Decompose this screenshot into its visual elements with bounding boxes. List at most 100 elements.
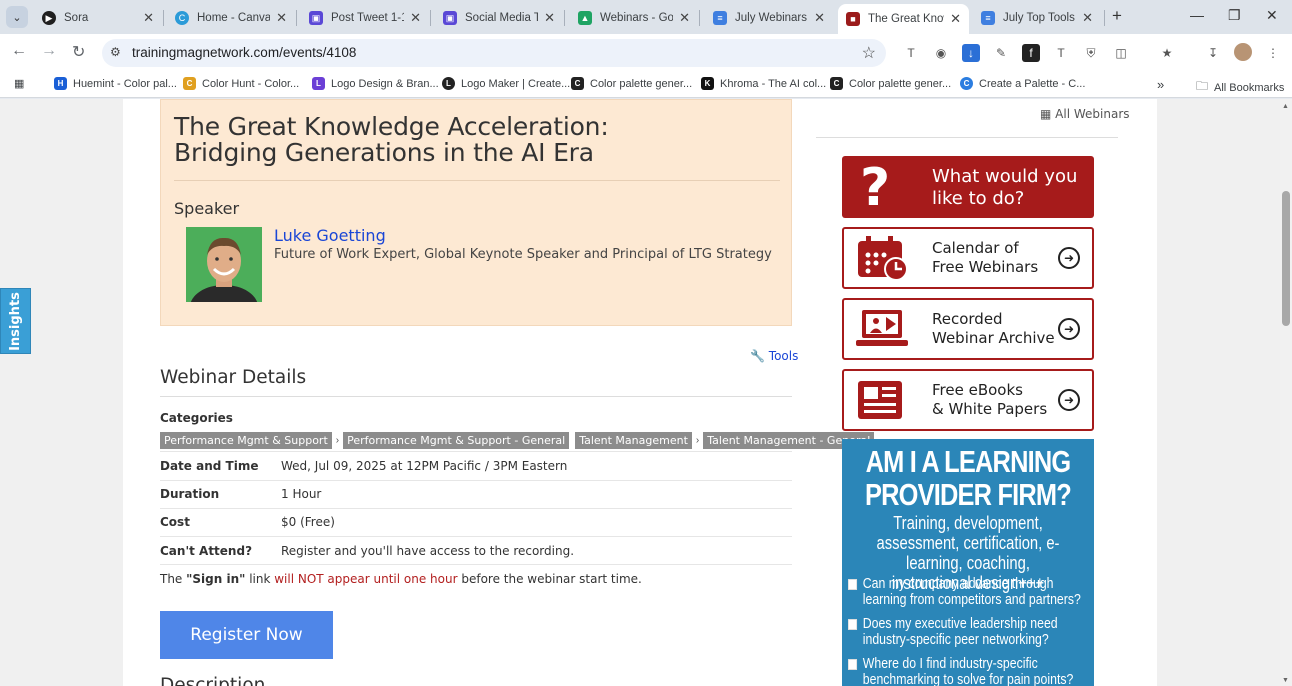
detail-label: Duration [160, 487, 220, 501]
bookmark-huemint[interactable]: H Huemint - Color pal... [54, 77, 177, 90]
training-mag-favicon-icon: ■ [846, 12, 860, 26]
tab-search-button[interactable]: ⌄ [6, 6, 28, 28]
tab-divider [296, 10, 297, 26]
close-icon[interactable]: ✕ [814, 10, 825, 26]
url-text[interactable]: trainingmagnetwork.com/events/4108 [132, 45, 356, 60]
tab-canva[interactable]: C Home - Canva ✕ [167, 4, 295, 32]
huemint-icon: H [54, 77, 67, 90]
scroll-up-arrow-icon[interactable]: ▲ [1282, 103, 1289, 110]
video-laptop-icon [856, 310, 908, 346]
eyedropper-extension-icon[interactable]: ✎ [992, 44, 1010, 62]
what-to-do-banner: ? What would you like to do? [842, 156, 1094, 218]
bookmark-color-palette-1[interactable]: C Color palette gener... [571, 77, 692, 90]
close-icon[interactable]: ✕ [1082, 10, 1093, 26]
tab-title: The Great Knowl [868, 13, 944, 25]
bookmark-label: Huemint - Color pal... [73, 77, 177, 90]
camera-extension-icon[interactable]: ◉ [932, 44, 950, 62]
category-tag[interactable]: Performance Mgmt & Support - General [343, 432, 570, 449]
category-tag[interactable]: Performance Mgmt & Support [160, 432, 332, 449]
insights-side-tab[interactable]: Insights [0, 288, 31, 354]
download-extension-icon[interactable]: ↓ [962, 44, 980, 62]
color-palette-icon: C [830, 77, 843, 90]
bookmark-color-palette-2[interactable]: C Color palette gener... [830, 77, 951, 90]
detail-value: $0 (Free) [281, 515, 335, 529]
restore-icon[interactable]: ❐ [1228, 7, 1241, 24]
close-icon[interactable]: ✕ [276, 10, 287, 26]
tools-link[interactable]: 🔧 Tools [750, 349, 798, 363]
close-icon[interactable]: ✕ [143, 10, 154, 26]
learning-provider-ad[interactable]: AM I A LEARNING PROVIDER FIRM? Training,… [842, 439, 1094, 686]
ad-bullet: Where do I find industry-specific benchm… [848, 656, 1082, 686]
scrollbar-thumb[interactable] [1282, 191, 1290, 326]
close-window-icon[interactable]: ✕ [1266, 7, 1278, 24]
what-to-do-label: What would you like to do? [932, 166, 1078, 209]
all-webinars-link[interactable]: ▦ All Webinars [1040, 107, 1130, 121]
shield-extension-icon[interactable]: ⛨ [1082, 44, 1100, 62]
page-viewport: Insights The Great Knowledge Acceleratio… [0, 99, 1280, 686]
ad-bullet: Does my executive leadership need indust… [848, 616, 1082, 648]
cta-line: & White Papers [932, 400, 1048, 418]
register-now-button[interactable]: Register Now [160, 611, 333, 659]
bookmarks-overflow-button[interactable]: » [1157, 77, 1164, 92]
ebooks-whitepapers-button[interactable]: Free eBooks & White Papers ➜ [842, 369, 1094, 431]
back-arrow-icon[interactable]: ← [11, 42, 27, 60]
tab-july-webinars[interactable]: ≡ July Webinars - ✕ [705, 4, 833, 32]
tab-july-top-tools[interactable]: ≡ July Top Tools - ✕ [973, 4, 1101, 32]
drive-favicon-icon: ▲ [578, 11, 592, 25]
tab-title: July Webinars - [735, 12, 809, 24]
downloads-icon[interactable]: ↧ [1204, 44, 1222, 62]
logo-maker-icon: L [442, 77, 455, 90]
arrow-right-circle-icon: ➜ [1058, 389, 1080, 411]
bookmark-star-icon[interactable]: ☆ [862, 43, 876, 63]
category-tag[interactable]: Talent Management [575, 432, 692, 449]
calendar-icon [858, 236, 908, 281]
note-text: before the webinar start time. [457, 572, 642, 586]
tab-sora[interactable]: ▶ Sora ✕ [34, 4, 162, 32]
profile-avatar[interactable] [1234, 43, 1252, 61]
type-extension-icon[interactable]: T [1052, 44, 1070, 62]
apps-grid-icon[interactable]: ▦ [14, 77, 24, 90]
bookmark-create-palette[interactable]: C Create a Palette - C... [960, 77, 1085, 90]
page-title: The Great Knowledge Acceleration: Bridgi… [174, 112, 609, 167]
bookmark-khroma[interactable]: K Khroma - The AI col... [701, 77, 826, 90]
minimize-icon[interactable]: — [1190, 7, 1204, 23]
divider [160, 451, 792, 452]
tab-webinars-drive[interactable]: ▲ Webinars - Goog ✕ [570, 4, 698, 32]
page-scrollbar[interactable]: ▲ ▼ [1280, 99, 1292, 686]
close-icon[interactable]: ✕ [410, 10, 421, 26]
forward-arrow-icon[interactable]: → [41, 42, 57, 60]
ad-bullet-text: Can my company advance through learning … [862, 575, 1081, 608]
text-extension-icon[interactable]: T [902, 44, 920, 62]
bookmark-color-hunt[interactable]: C Color Hunt - Color... [183, 77, 299, 90]
note-text: link [245, 572, 275, 586]
reload-icon[interactable]: ↻ [72, 42, 85, 62]
speaker-name-link[interactable]: Luke Goetting [274, 226, 386, 245]
address-bar[interactable]: ⚙ trainingmagnetwork.com/events/4108 ☆ [102, 39, 886, 67]
cta-line: Recorded [932, 310, 1003, 328]
detail-value: Register and you'll have access to the r… [281, 544, 575, 558]
tab-title: Post Tweet 1-15 [331, 12, 404, 24]
tab-title: Social Media TW [465, 12, 539, 24]
recorded-archive-button[interactable]: Recorded Webinar Archive ➜ [842, 298, 1094, 360]
all-bookmarks-button[interactable]: 🗀 All Bookmarks [1196, 77, 1284, 98]
close-icon[interactable]: ✕ [950, 11, 961, 27]
tab-social-media[interactable]: ▣ Social Media TW ✕ [435, 4, 563, 32]
canva-favicon-icon: C [175, 11, 189, 25]
close-icon[interactable]: ✕ [544, 10, 555, 26]
site-info-icon[interactable]: ⚙ [110, 45, 121, 59]
bookmark-logo-maker[interactable]: L Logo Maker | Create... [442, 77, 570, 90]
note-text: The [160, 572, 187, 586]
font-extension-icon[interactable]: f [1022, 44, 1040, 62]
puzzle-extensions-icon[interactable]: ◫ [1112, 44, 1130, 62]
tab-post-tweet[interactable]: ▣ Post Tweet 1-15 ✕ [301, 4, 429, 32]
ad-bullet-text: Does my executive leadership need indust… [862, 615, 1058, 648]
scroll-down-arrow-icon[interactable]: ▼ [1282, 677, 1289, 684]
new-tab-plus-icon[interactable]: + [1112, 6, 1122, 26]
bookmark-logo-design[interactable]: L Logo Design & Bran... [312, 77, 439, 90]
favorites-icon[interactable]: ★ [1158, 44, 1176, 62]
close-icon[interactable]: ✕ [679, 10, 690, 26]
menu-kebab-icon[interactable]: ⋮ [1264, 44, 1282, 62]
tab-great-knowledge[interactable]: ■ The Great Knowl ✕ [838, 4, 969, 34]
calendar-webinars-button[interactable]: Calendar of Free Webinars ➜ [842, 227, 1094, 289]
wrench-icon: 🔧 [750, 349, 765, 363]
